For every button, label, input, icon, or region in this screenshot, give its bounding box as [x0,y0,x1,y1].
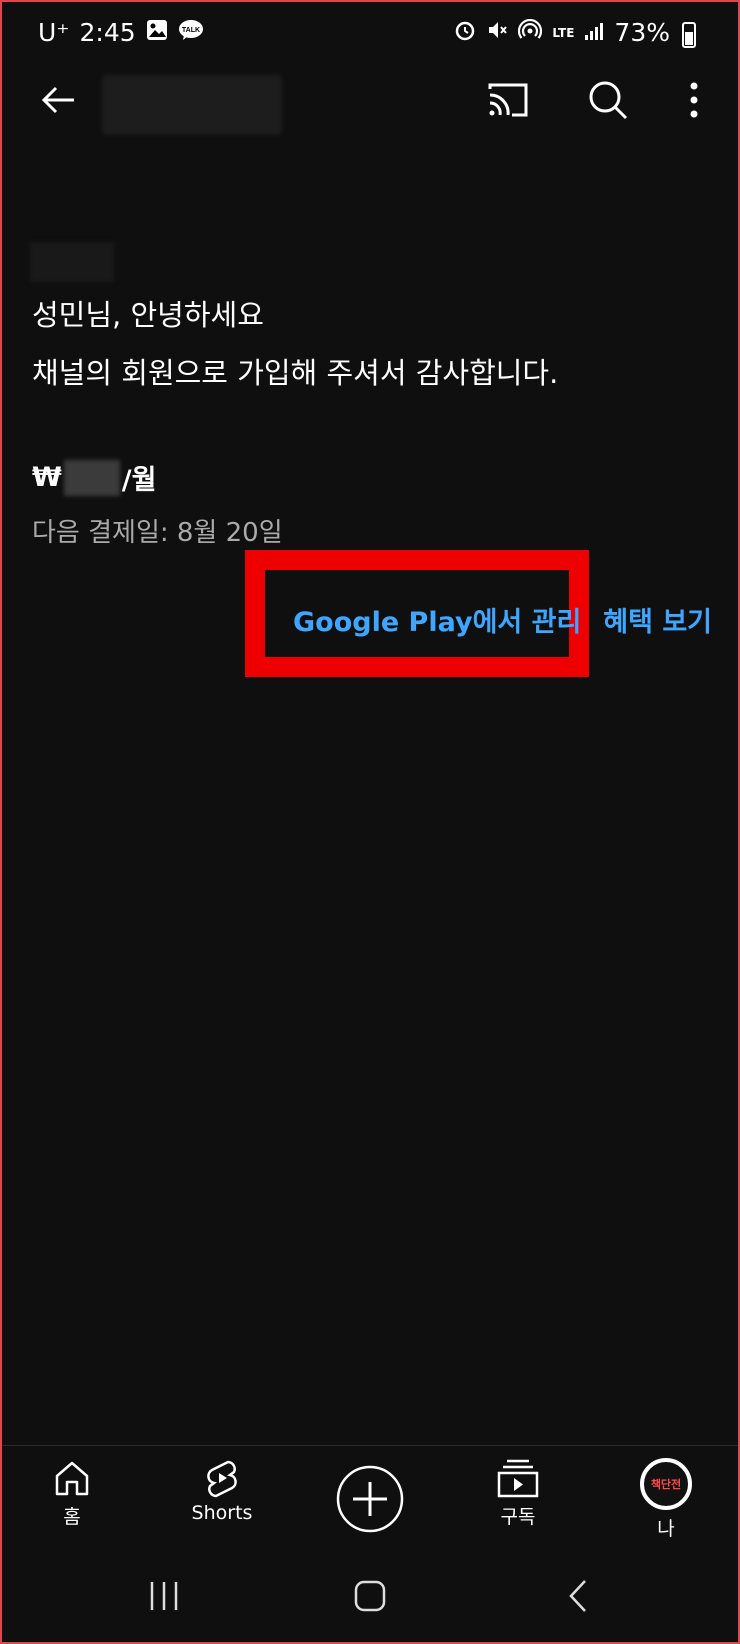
nav-subscriptions-label: 구독 [500,1506,536,1528]
nav-create[interactable] [320,1464,420,1534]
nav-shorts[interactable]: Shorts [172,1458,272,1524]
hotspot-icon [518,18,543,47]
cast-button[interactable] [478,70,538,130]
subscriptions-icon [497,1459,539,1498]
manage-in-google-play-link[interactable]: Google Play에서 관리 [293,600,581,639]
nav-subscriptions[interactable]: 구독 [468,1458,568,1529]
kakaotalk-icon: TALK [178,18,204,47]
home-icon [55,1461,89,1496]
alarm-icon [454,18,476,47]
back-system-button[interactable] [548,1566,608,1626]
battery-percent: 73% [614,18,670,47]
price-period: /월 [121,465,157,496]
search-icon [589,81,628,120]
nav-shorts-label: Shorts [191,1502,253,1524]
greeting-text: 성민님, 안녕하세요 [32,298,264,332]
recent-apps-icon [150,1582,178,1610]
chevron-left-icon [569,1580,586,1612]
more-options-button[interactable] [664,70,724,130]
mute-icon [486,18,508,47]
network-type-label: LTE [552,25,575,40]
channel-badge-redacted [30,242,114,282]
create-plus-icon [336,1465,404,1533]
svg-text:TALK: TALK [182,27,200,34]
home-square-icon [354,1580,386,1612]
home-system-button[interactable] [340,1566,400,1626]
signal-icon [584,18,604,47]
system-navigation-bar [0,1546,740,1644]
back-arrow-icon [41,86,74,114]
shorts-icon [207,1460,237,1498]
next-payment-date: 다음 결제일: 8월 20일 [32,518,283,548]
nav-me[interactable]: 책단전 나 [616,1458,716,1541]
back-button[interactable] [28,70,88,130]
bottom-navigation: 홈 Shorts 구독 책단전 나 [0,1445,740,1546]
thanks-text: 채널의 회원으로 가입해 주셔서 감사합니다. [32,356,559,390]
image-icon [146,18,168,47]
view-benefits-link[interactable]: 혜택 보기 [603,600,712,639]
recent-apps-button[interactable] [134,1566,194,1626]
clock: 2:45 [79,18,136,47]
price-amount-redacted [63,459,120,496]
nav-home-label: 홈 [63,1506,81,1528]
status-bar: U⁺ 2:45 TALK LTE 73% [0,0,740,70]
battery-icon [682,22,696,48]
channel-title-redacted [102,75,282,135]
nav-me-label: 나 [657,1518,675,1540]
nav-home[interactable]: 홈 [22,1458,122,1529]
avatar: 책단전 [640,1458,692,1510]
more-vert-icon [690,82,698,118]
search-button[interactable] [578,70,638,130]
cast-icon [488,83,528,117]
carrier-label: U⁺ [38,18,70,47]
price-currency: ₩ [32,462,62,493]
price-row: ₩ /월 [32,458,157,497]
